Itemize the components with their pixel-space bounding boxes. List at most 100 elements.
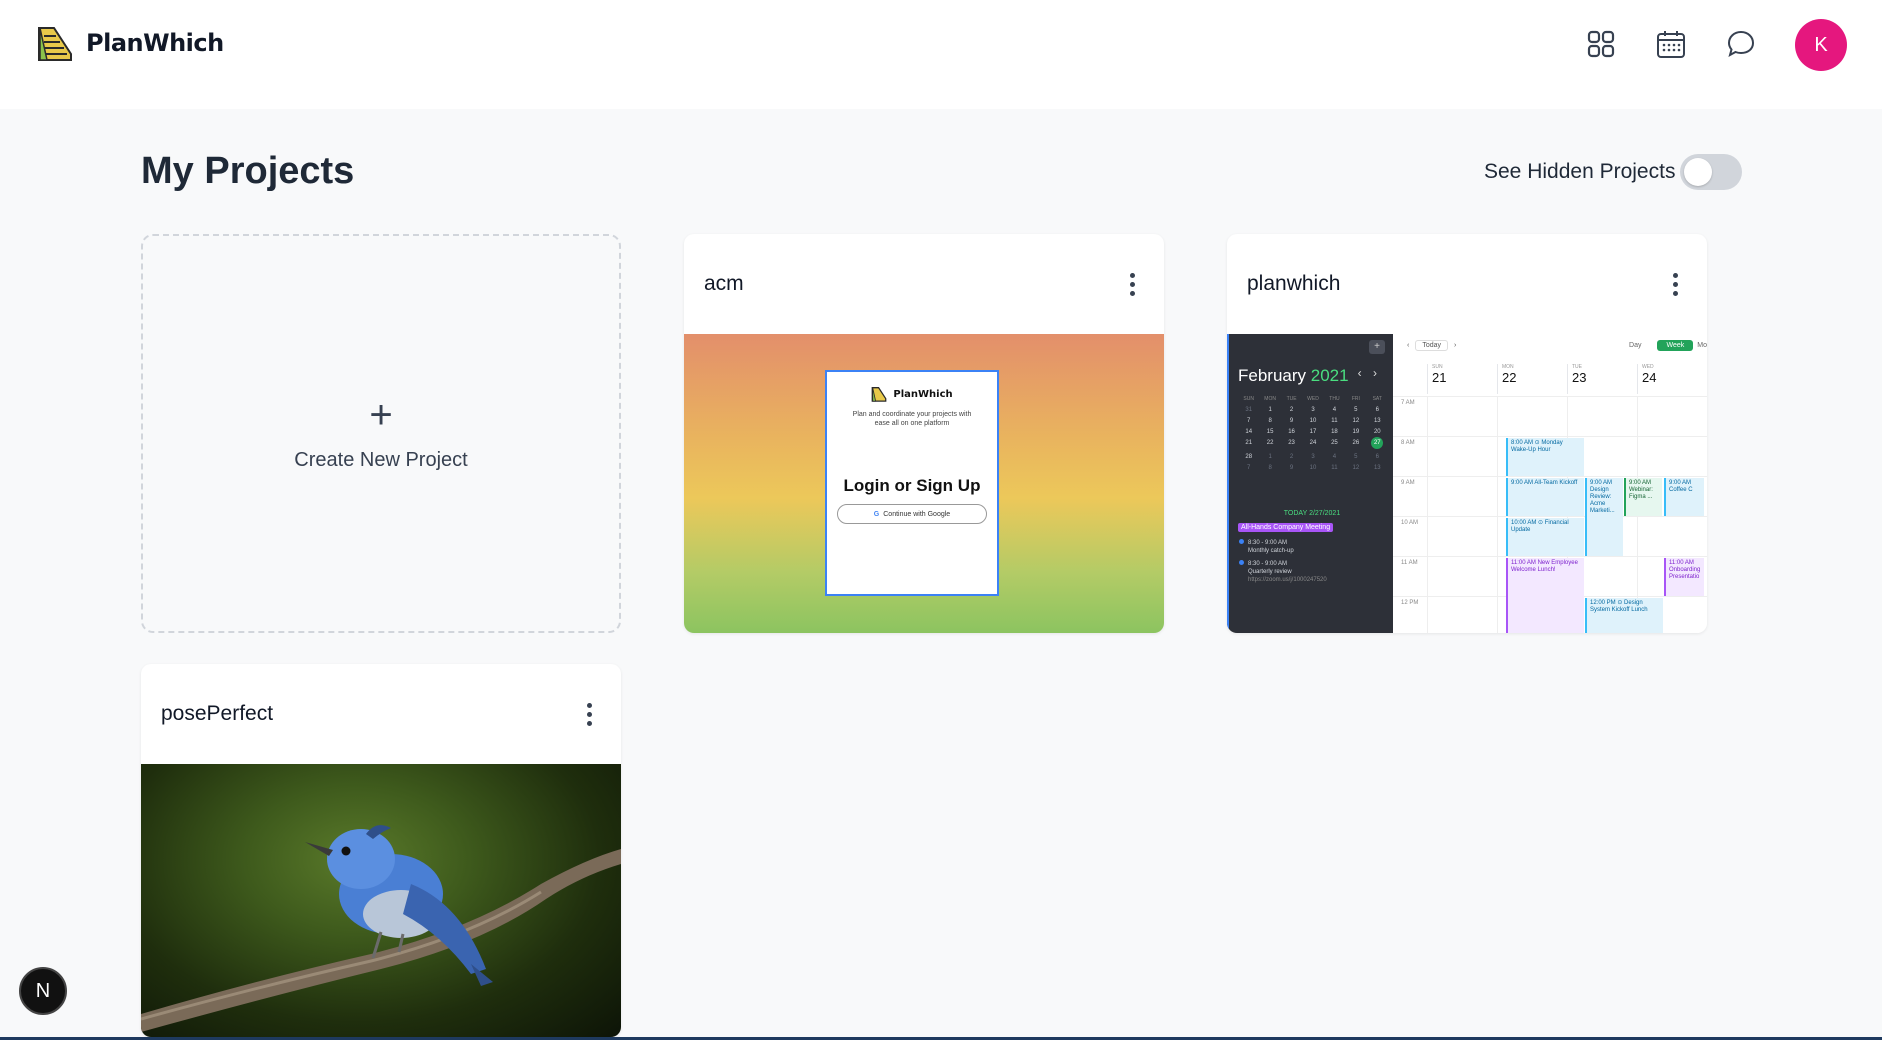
project-card-header: acm — [684, 234, 1164, 334]
mini-calendar-day: 8 — [1268, 465, 1272, 471]
mini-calendar-day: 31 — [1245, 407, 1253, 413]
sidebar-event: 8:30 - 9:00 AM Quarterly review https://… — [1239, 560, 1327, 584]
mini-calendar-day: 5 — [1354, 454, 1358, 460]
weekday-label: SAT — [1372, 396, 1382, 402]
project-card-acm[interactable]: acm PlanWhich Plan and coordinate your p… — [684, 234, 1164, 633]
google-icon: G — [873, 510, 880, 518]
brand-name: PlanWhich — [86, 29, 224, 57]
grid-icon[interactable] — [1583, 26, 1619, 62]
mini-calendar-day: 17 — [1309, 429, 1317, 435]
brand-logo[interactable]: PlanWhich — [36, 24, 224, 62]
calendar-event: 9:00 AM Coffee C — [1664, 478, 1704, 516]
today-button: Today — [1415, 340, 1449, 351]
mini-calendar-day: 26 — [1352, 440, 1360, 446]
mini-calendar-day: 2 — [1289, 454, 1294, 460]
project-card-header: posePerfect — [141, 664, 621, 764]
more-options-icon[interactable] — [1663, 268, 1687, 300]
project-thumbnail — [141, 764, 621, 1037]
mini-calendar-day: 11 — [1331, 465, 1338, 471]
mini-calendar-day: 12 — [1352, 465, 1360, 471]
mini-calendar-day: 3 — [1311, 454, 1315, 460]
project-card-poseperfect[interactable]: posePerfect — [141, 664, 621, 1037]
day-header: SUN 21 — [1427, 364, 1497, 394]
planwhich-logo-icon — [872, 387, 887, 402]
preview-google-label: Continue with Google — [883, 510, 951, 518]
mini-calendar-day: 19 — [1352, 429, 1360, 435]
event-pill: All-Hands Company Meeting — [1238, 523, 1334, 532]
prev-icon: ‹ — [1407, 342, 1410, 349]
calendar-month-title: February 2021 — [1238, 366, 1349, 385]
mini-calendar-day: 5 — [1354, 407, 1358, 413]
plus-icon: + — [369, 393, 393, 437]
mini-calendar-day: 1 — [1268, 454, 1272, 460]
dev-tools-badge[interactable]: N — [19, 967, 67, 1015]
more-options-icon[interactable] — [1120, 268, 1144, 300]
day-header: MON 22 — [1497, 364, 1567, 394]
preview-google-button: G Continue with Google — [837, 504, 987, 524]
mini-calendar-day: 10 — [1309, 418, 1317, 424]
mini-calendar-day: 7 — [1247, 418, 1251, 424]
project-card-header: planwhich — [1227, 234, 1707, 334]
mini-calendar-day: 14 — [1245, 429, 1253, 435]
login-preview: PlanWhich Plan and coordinate your proje… — [825, 370, 999, 596]
calendar-event: 9:00 AM All-Team Kickoff — [1506, 478, 1584, 516]
calendar-event: 9:00 AM Webinar: Figma ... — [1624, 478, 1662, 516]
weekday-label: TUE — [1286, 396, 1297, 402]
see-hidden-projects-toggle[interactable] — [1680, 154, 1742, 190]
mini-calendar-day: 10 — [1309, 465, 1317, 471]
project-name: acm — [704, 272, 744, 295]
planwhich-logo-icon — [38, 27, 72, 61]
project-card-planwhich[interactable]: planwhich + February 2021 ‹ › SUN MON TUE W… — [1227, 234, 1707, 633]
mini-calendar-day: 9 — [1289, 465, 1294, 471]
preview-tagline: Plan and coordinate your projects with e… — [852, 411, 972, 427]
mini-calendar-day: 13 — [1373, 465, 1381, 471]
mini-calendar-day: 23 — [1288, 440, 1295, 446]
weekday-label: MON — [1264, 396, 1276, 402]
view-switcher: Day Week Mo — [1629, 340, 1707, 351]
weekday-label: THU — [1329, 396, 1340, 402]
day-headers: SUN 21 MON 22 TUE 23 WED 24 — [1427, 364, 1707, 394]
calendar-week-view: ‹ Today › Day Week Mo 7 AM 8 AM 9 AM 10 AM 1… — [1393, 334, 1707, 633]
user-avatar[interactable]: K — [1795, 19, 1847, 71]
mini-calendar-day: 4 — [1332, 407, 1337, 413]
mini-calendar-day: 8 — [1268, 418, 1272, 424]
create-new-project-button[interactable]: + Create New Project — [141, 234, 621, 633]
calendar-icon[interactable] — [1653, 26, 1689, 62]
mini-calendar-day: 15 — [1266, 429, 1274, 435]
avatar-initial: K — [1814, 33, 1828, 56]
mini-calendar-day: 7 — [1247, 465, 1251, 471]
today-label: TODAY 2/27/2021 — [1283, 510, 1341, 517]
dev-badge-letter: N — [35, 979, 51, 1002]
project-thumbnail: + February 2021 ‹ › SUN MON TUE WED THU FRI SA… — [1227, 334, 1707, 633]
mini-calendar-day: 28 — [1245, 454, 1253, 460]
weekday-label: WED — [1307, 396, 1319, 402]
project-name: planwhich — [1247, 272, 1341, 295]
project-name: posePerfect — [161, 702, 274, 725]
add-icon: + — [1369, 340, 1385, 354]
mini-calendar-day: 3 — [1311, 407, 1315, 413]
mini-calendar-day: 18 — [1331, 429, 1338, 435]
preview-brand: PlanWhich — [871, 386, 953, 402]
more-options-icon[interactable] — [577, 698, 601, 730]
see-hidden-projects-label: See Hidden Projects — [1484, 160, 1676, 183]
calendar-event: 11:00 AM Onboarding Presentatio — [1664, 558, 1704, 596]
bird-photo — [141, 825, 621, 1032]
page-title: My Projects — [141, 150, 355, 192]
day-header: TUE 23 — [1567, 364, 1637, 394]
chat-bubble-icon[interactable] — [1723, 26, 1759, 62]
preview-brand-name: PlanWhich — [893, 388, 953, 400]
mini-calendar-day: 11 — [1331, 418, 1338, 424]
calendar-event: 12:00 PM ⊙ Design System Kickoff Lunch — [1585, 598, 1663, 633]
month-nav-icon: ‹ › — [1357, 366, 1381, 380]
project-thumbnail: PlanWhich Plan and coordinate your proje… — [684, 334, 1164, 633]
create-new-project-label: Create New Project — [294, 449, 468, 471]
day-header: WED 24 — [1637, 364, 1707, 394]
weekday-label: FRI — [1351, 396, 1360, 402]
sidebar-event: 8:30 - 9:00 AM Monthly catch-up — [1239, 539, 1294, 555]
mini-calendar-day: 25 — [1331, 440, 1338, 446]
mini-calendar-day: 12 — [1352, 418, 1360, 424]
mini-calendar-day: 16 — [1288, 429, 1295, 435]
mini-calendar-day: 6 — [1375, 454, 1379, 460]
calendar-event: 11:00 AM New Employee Welcome Lunch! — [1506, 558, 1584, 633]
toggle-knob — [1684, 158, 1712, 186]
